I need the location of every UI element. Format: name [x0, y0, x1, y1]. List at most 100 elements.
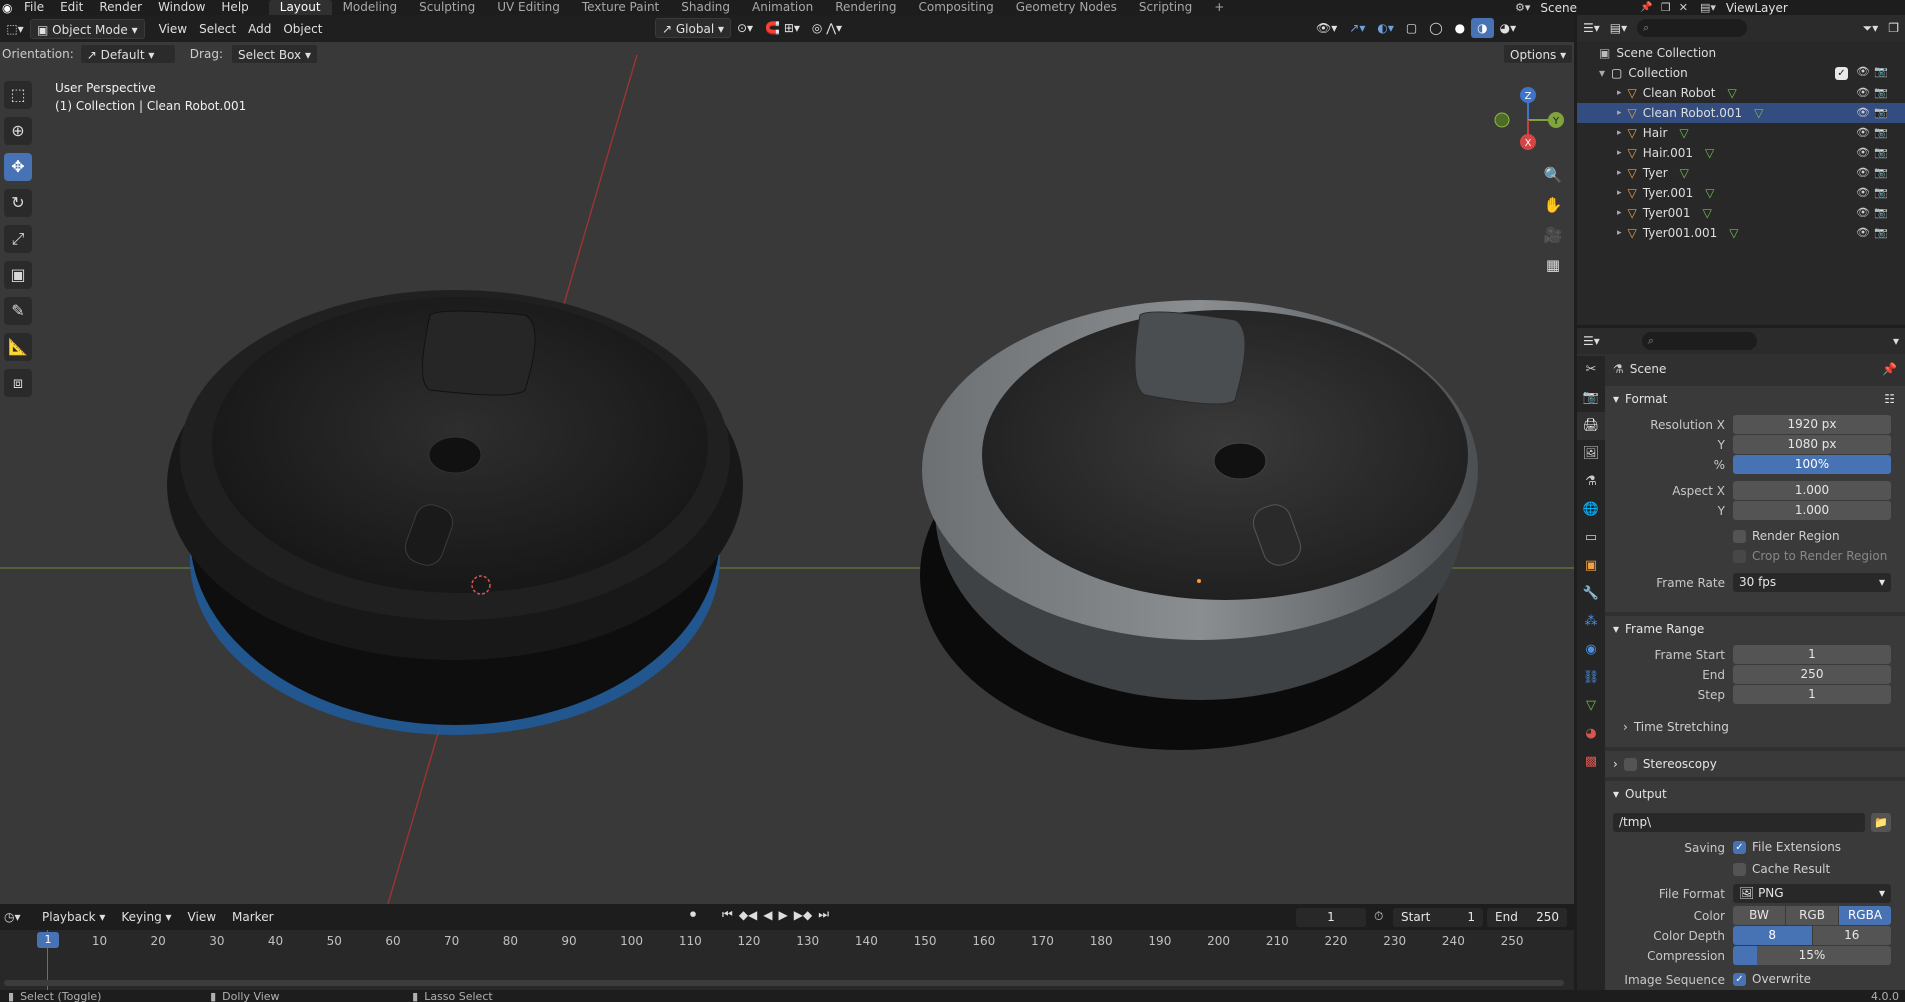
- outliner-item[interactable]: ▸ ▽ Tyer.001 ▽ 👁 📷: [1577, 183, 1905, 203]
- outliner-item[interactable]: ▸ ▽ Tyer001 ▽ 👁 📷: [1577, 203, 1905, 223]
- world-tab-icon[interactable]: 🌐: [1577, 496, 1605, 524]
- frame-end-field[interactable]: 250: [1733, 665, 1891, 684]
- annotate-tool-icon[interactable]: ✎: [4, 297, 32, 325]
- frame-range-panel-header[interactable]: ▾ Frame Range: [1605, 616, 1905, 642]
- tab-compositing[interactable]: Compositing: [907, 0, 1004, 15]
- expand-arrow-icon[interactable]: ▸: [1617, 108, 1622, 118]
- expand-arrow-icon[interactable]: ▸: [1617, 228, 1622, 238]
- eye-icon[interactable]: 👁: [1856, 126, 1870, 139]
- delete-scene-icon[interactable]: ✕: [1679, 1, 1688, 14]
- new-collection-icon[interactable]: ❐: [1888, 21, 1899, 35]
- texture-tab-icon[interactable]: ▩: [1577, 748, 1605, 776]
- aspect-x-field[interactable]: 1.000: [1733, 481, 1891, 500]
- data-tab-icon[interactable]: ▽: [1577, 692, 1605, 720]
- add-cube-tool-icon[interactable]: ⧈: [4, 369, 32, 397]
- menu-window[interactable]: Window: [150, 0, 213, 15]
- resolution-y-field[interactable]: 1080 px: [1733, 435, 1891, 454]
- filter-icon[interactable]: ⏷▾: [1863, 21, 1879, 36]
- aspect-y-field[interactable]: 1.000: [1733, 501, 1891, 520]
- pan-hand-icon[interactable]: ✋: [1540, 192, 1566, 218]
- particles-tab-icon[interactable]: ⁂: [1577, 608, 1605, 636]
- expand-arrow-icon[interactable]: ▸: [1617, 88, 1622, 98]
- modifier-tab-icon[interactable]: 🔧: [1577, 580, 1605, 608]
- output-path-field[interactable]: /tmp\: [1613, 813, 1865, 832]
- overlay-toggle-icon[interactable]: ◐▾: [1371, 18, 1400, 38]
- cursor-tool-icon[interactable]: ⊕: [4, 117, 32, 145]
- expand-arrow-icon[interactable]: ▸: [1617, 208, 1622, 218]
- stereoscopy-panel-header[interactable]: › Stereoscopy: [1605, 751, 1905, 777]
- measure-tool-icon[interactable]: 📐: [4, 333, 32, 361]
- tab-uv-editing[interactable]: UV Editing: [486, 0, 571, 15]
- menu-file[interactable]: File: [16, 0, 52, 15]
- color-rgba-button[interactable]: RGBA: [1839, 906, 1891, 925]
- crop-checkbox[interactable]: Crop to Render Region: [1733, 549, 1887, 563]
- scene-icon[interactable]: ⚙▾: [1515, 1, 1530, 14]
- scene-selector[interactable]: Scene: [1540, 1, 1640, 15]
- shading-wireframe-icon[interactable]: ◯: [1423, 18, 1448, 38]
- presets-icon[interactable]: ☷: [1884, 392, 1895, 406]
- menu-render[interactable]: Render: [91, 0, 150, 15]
- outliner-item[interactable]: ▸ ▽ Clean Robot.001 ▽ 👁 📷: [1577, 103, 1905, 123]
- render-region-checkbox[interactable]: Render Region: [1733, 529, 1840, 543]
- tool-tab-icon[interactable]: ✂: [1577, 356, 1605, 384]
- expand-arrow-icon[interactable]: ▸: [1617, 128, 1622, 138]
- folder-icon[interactable]: 📁: [1871, 813, 1891, 832]
- menu-edit[interactable]: Edit: [52, 0, 91, 15]
- eye-icon[interactable]: 👁: [1856, 106, 1870, 119]
- tab-scripting[interactable]: Scripting: [1128, 0, 1203, 15]
- resolution-x-field[interactable]: 1920 px: [1733, 415, 1891, 434]
- outliner-search-input[interactable]: ⌕: [1637, 19, 1748, 37]
- tab-animation[interactable]: Animation: [741, 0, 824, 15]
- eye-icon[interactable]: 👁: [1856, 65, 1870, 78]
- stereoscopy-checkbox[interactable]: [1623, 757, 1637, 771]
- compression-slider[interactable]: 15%: [1733, 946, 1891, 965]
- eye-icon[interactable]: 👁: [1856, 186, 1870, 199]
- orientation-dropdown[interactable]: ↗ Default ▾: [79, 44, 176, 64]
- file-extensions-checkbox[interactable]: ✓ File Extensions: [1733, 840, 1841, 854]
- outliner-item[interactable]: ▸ ▽ Hair ▽ 👁 📷: [1577, 123, 1905, 143]
- outliner-editor-icon[interactable]: ☰▾: [1583, 21, 1600, 35]
- eye-icon[interactable]: 👁: [1856, 226, 1870, 239]
- view-layer-tab-icon[interactable]: 🖼: [1577, 440, 1605, 468]
- shading-solid-icon[interactable]: ●: [1449, 18, 1471, 38]
- viewlayer-icon[interactable]: ▤▾: [1700, 1, 1716, 14]
- menu-view[interactable]: View: [153, 19, 193, 39]
- mode-dropdown[interactable]: ▣ Object Mode ▾: [30, 18, 145, 39]
- camera-icon[interactable]: 📷: [1874, 206, 1888, 219]
- tab-geometry-nodes[interactable]: Geometry Nodes: [1005, 0, 1128, 15]
- 3d-viewport[interactable]: Z Y X ⬚▾ ▣ Object Mode ▾ View Select Add…: [0, 15, 1574, 904]
- constraints-tab-icon[interactable]: ⛓: [1577, 664, 1605, 692]
- tab-shading[interactable]: Shading: [670, 0, 741, 15]
- camera-icon[interactable]: 📷: [1874, 166, 1888, 179]
- output-tab-icon[interactable]: 🖨: [1577, 412, 1605, 440]
- pin-icon[interactable]: 📌: [1882, 362, 1897, 376]
- new-scene-icon[interactable]: ❐: [1661, 1, 1671, 14]
- scene-tab-icon[interactable]: ⚗: [1577, 468, 1605, 496]
- tab-texture-paint[interactable]: Texture Paint: [571, 0, 670, 15]
- menu-select[interactable]: Select: [193, 19, 242, 39]
- proportional-edit-icon[interactable]: ◎ ⋀▾: [806, 18, 848, 38]
- outliner-item[interactable]: ▸ ▽ Clean Robot ▽ 👁 📷: [1577, 83, 1905, 103]
- menu-object[interactable]: Object: [277, 19, 328, 39]
- overwrite-checkbox[interactable]: ✓ Overwrite: [1733, 972, 1811, 986]
- expand-arrow-icon[interactable]: ▸: [1617, 148, 1622, 158]
- camera-icon[interactable]: 📷: [1874, 186, 1888, 199]
- tab-rendering[interactable]: Rendering: [824, 0, 907, 15]
- playhead[interactable]: 1: [37, 932, 59, 948]
- depth-16-button[interactable]: 16: [1812, 926, 1891, 945]
- format-panel-header[interactable]: ▾ Format ☷: [1605, 386, 1905, 412]
- editor-type-icon[interactable]: ⬚▾: [0, 22, 30, 36]
- expand-arrow-icon[interactable]: ▾: [1599, 66, 1605, 80]
- timeline-track[interactable]: 10 20 30 40 50 60 70 80 90 100 110 120 130 140 150 160 1…: [0, 930, 1574, 990]
- tab-layout[interactable]: Layout: [268, 0, 332, 15]
- render-tab-icon[interactable]: 📷: [1577, 384, 1605, 412]
- physics-tab-icon[interactable]: ◉: [1577, 636, 1605, 664]
- camera-icon[interactable]: 📷: [1874, 226, 1888, 239]
- shading-rendered-icon[interactable]: ◕▾: [1494, 18, 1523, 38]
- visibility-icon[interactable]: 👁▾: [1310, 18, 1343, 38]
- ortho-grid-icon[interactable]: ▦: [1540, 252, 1566, 278]
- color-rgb-button[interactable]: RGB: [1786, 906, 1838, 925]
- shading-material-icon[interactable]: ◑: [1471, 18, 1494, 38]
- properties-editor-icon[interactable]: ☰▾: [1583, 334, 1600, 348]
- outliner-scene-collection[interactable]: ▣ Scene Collection: [1577, 43, 1905, 63]
